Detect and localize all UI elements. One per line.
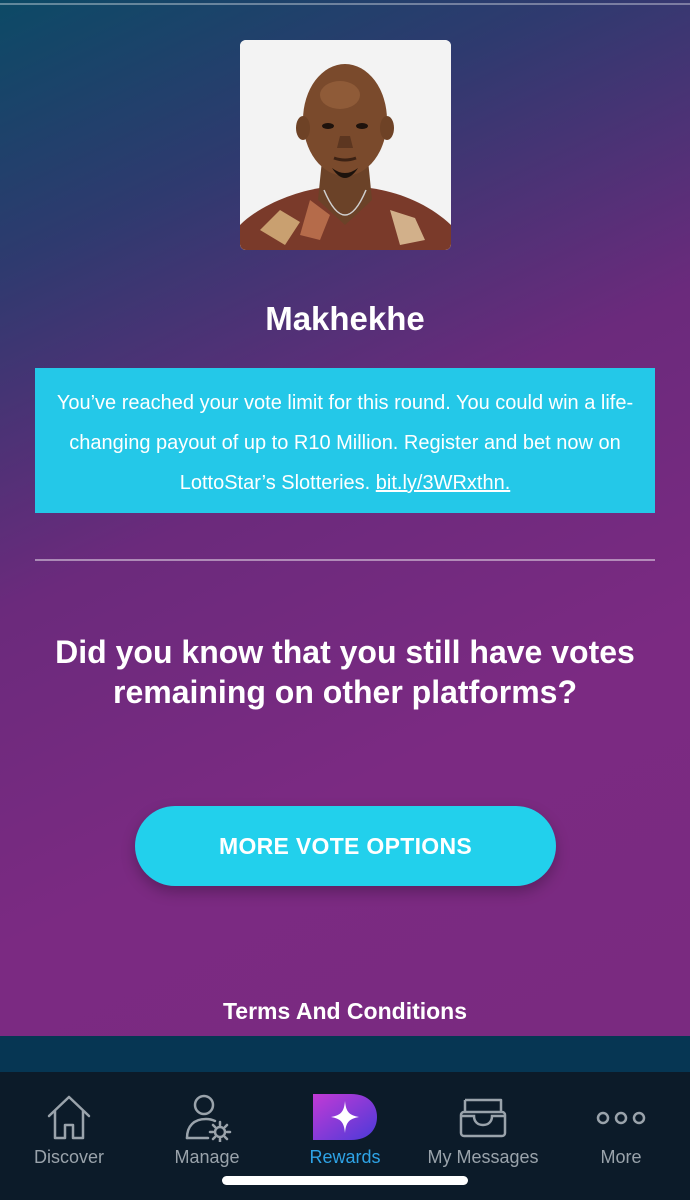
top-divider [0,3,690,5]
tab-rewards[interactable]: Rewards [276,1072,414,1182]
section-divider [35,559,655,561]
tab-label: Discover [33,1147,104,1167]
more-vote-options-button[interactable]: MORE VOTE OPTIONS [135,806,556,886]
contestant-name: Makhekhe [265,300,425,337]
tab-label: My Messages [427,1147,539,1167]
tab-label: More [600,1147,642,1167]
user-gear-icon [138,1092,276,1142]
vote-screen: Makhekhe You’ve reached your vote limit … [0,0,690,1036]
contestant-photo [240,40,451,250]
rewards-d-icon [276,1092,414,1142]
tab-label: Rewards [309,1147,381,1167]
tab-more[interactable]: More [552,1072,690,1182]
tab-manage[interactable]: Manage [138,1072,276,1182]
home-icon [0,1092,138,1142]
vote-limit-text: You’ve reached your vote limit for this … [56,392,634,494]
tab-my-messages[interactable]: My Messages [414,1072,552,1182]
more-dots-icon [552,1092,690,1142]
lottostar-link[interactable]: bit.ly/3WRxthn. [376,472,510,494]
tab-label: Manage [174,1147,240,1167]
tab-discover[interactable]: Discover [0,1072,138,1182]
votes-remaining-question: Did you know that you still have votes r… [55,634,635,710]
vote-limit-notice: You’ve reached your vote limit for this … [35,368,655,513]
home-indicator[interactable] [222,1176,468,1185]
terms-and-conditions-link[interactable]: Terms And Conditions [0,998,690,1025]
inbox-icon [414,1092,552,1142]
bottom-strip [0,1036,690,1072]
